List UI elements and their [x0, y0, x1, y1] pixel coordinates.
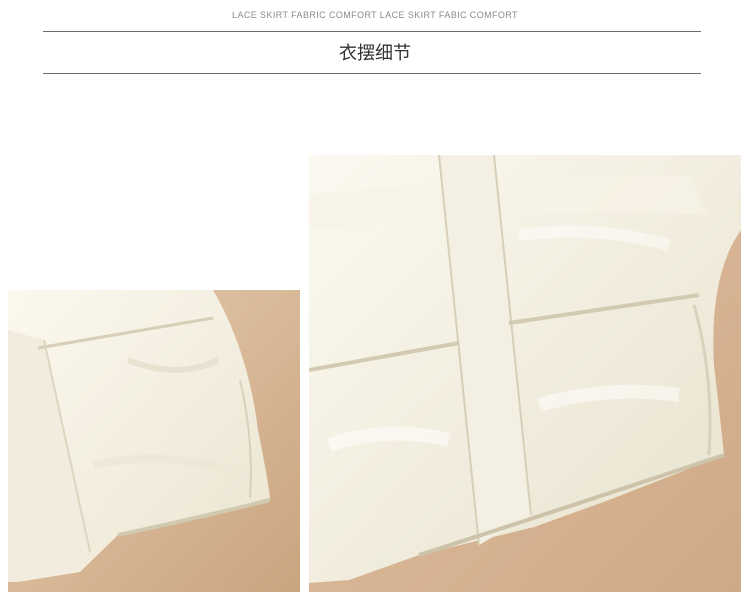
- hem-detail-photo-right: [309, 155, 741, 592]
- top-divider: [43, 31, 701, 32]
- hem-detail-photo-left: [8, 290, 300, 592]
- page-title: 衣摆细节: [339, 43, 411, 64]
- page-subtitle: LACE SKIRT FABRIC COMFORT LACE SKIRT FAB…: [232, 10, 518, 20]
- bottom-divider: [43, 73, 701, 74]
